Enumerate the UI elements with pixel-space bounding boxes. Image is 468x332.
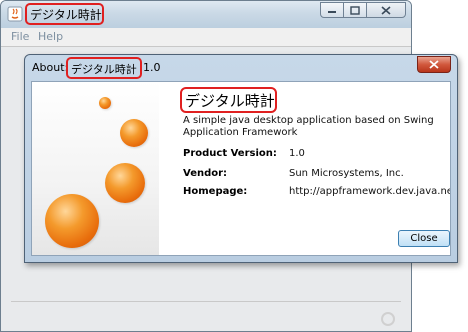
status-divider (11, 301, 401, 302)
maximize-icon (350, 5, 360, 15)
decorative-orb (105, 163, 145, 203)
about-title-prefix: About: (32, 61, 69, 74)
maximize-button[interactable] (343, 2, 367, 18)
menu-help[interactable]: Help (38, 30, 63, 43)
menu-file[interactable]: File (11, 30, 29, 43)
about-close-x-button[interactable] (417, 56, 451, 73)
product-version-value: 1.0 (289, 148, 305, 159)
homepage-label: Homepage: (183, 186, 248, 197)
minimize-button[interactable] (320, 2, 344, 18)
about-dialog: About: デジタル時計 1.0 デジタル時計 A simple java d… (24, 54, 458, 263)
app-name-heading: デジタル時計 (185, 92, 275, 110)
main-window-title: デジタル時計 (30, 8, 102, 22)
app-description: A simple java desktop application based … (183, 115, 434, 138)
java-coffee-icon (7, 6, 23, 22)
menubar: File Help (1, 28, 411, 47)
homepage-link[interactable]: http://appframework.dev.java.net (289, 186, 450, 197)
about-title-version: 1.0 (143, 61, 161, 74)
decorative-orb (45, 194, 99, 248)
about-title-app-name: デジタル時計 (71, 63, 137, 76)
decorative-art-panel (32, 82, 159, 255)
window-controls (320, 2, 406, 20)
about-titlebar[interactable]: About: デジタル時計 1.0 (25, 55, 457, 81)
close-icon (429, 60, 439, 69)
main-close-button[interactable] (366, 2, 406, 18)
main-titlebar[interactable]: デジタル時計 (1, 1, 411, 28)
about-body: デジタル時計 A simple java desktop application… (31, 81, 451, 256)
decorative-orb (99, 97, 111, 109)
busy-indicator-icon (381, 312, 395, 326)
product-version-label: Product Version: (183, 148, 277, 159)
vendor-value: Sun Microsystems, Inc. (289, 168, 404, 179)
close-icon (381, 5, 391, 15)
decorative-orb (120, 119, 148, 147)
minimize-icon (328, 11, 336, 13)
close-button[interactable]: Close (398, 230, 450, 247)
vendor-label: Vendor: (183, 168, 228, 179)
